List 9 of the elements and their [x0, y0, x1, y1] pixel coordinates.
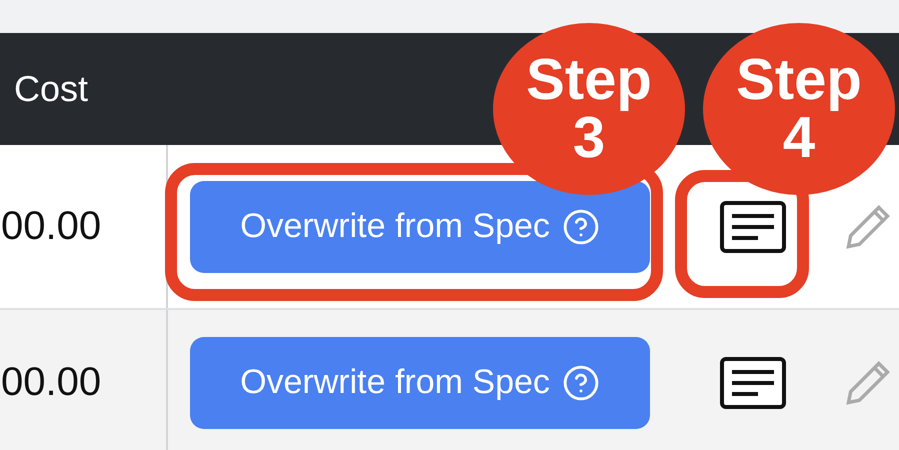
help-icon [562, 364, 600, 402]
overwrite-button[interactable]: Overwrite from Spec [190, 336, 650, 428]
notes-icon[interactable] [720, 200, 786, 252]
overwrite-button[interactable]: Overwrite from Spec [190, 180, 650, 272]
cost-value: 00.00 [1, 360, 102, 405]
notes-icon[interactable] [720, 356, 786, 408]
column-header: Cost [14, 68, 88, 110]
help-icon [562, 208, 600, 246]
cost-value: 00.00 [1, 204, 102, 249]
